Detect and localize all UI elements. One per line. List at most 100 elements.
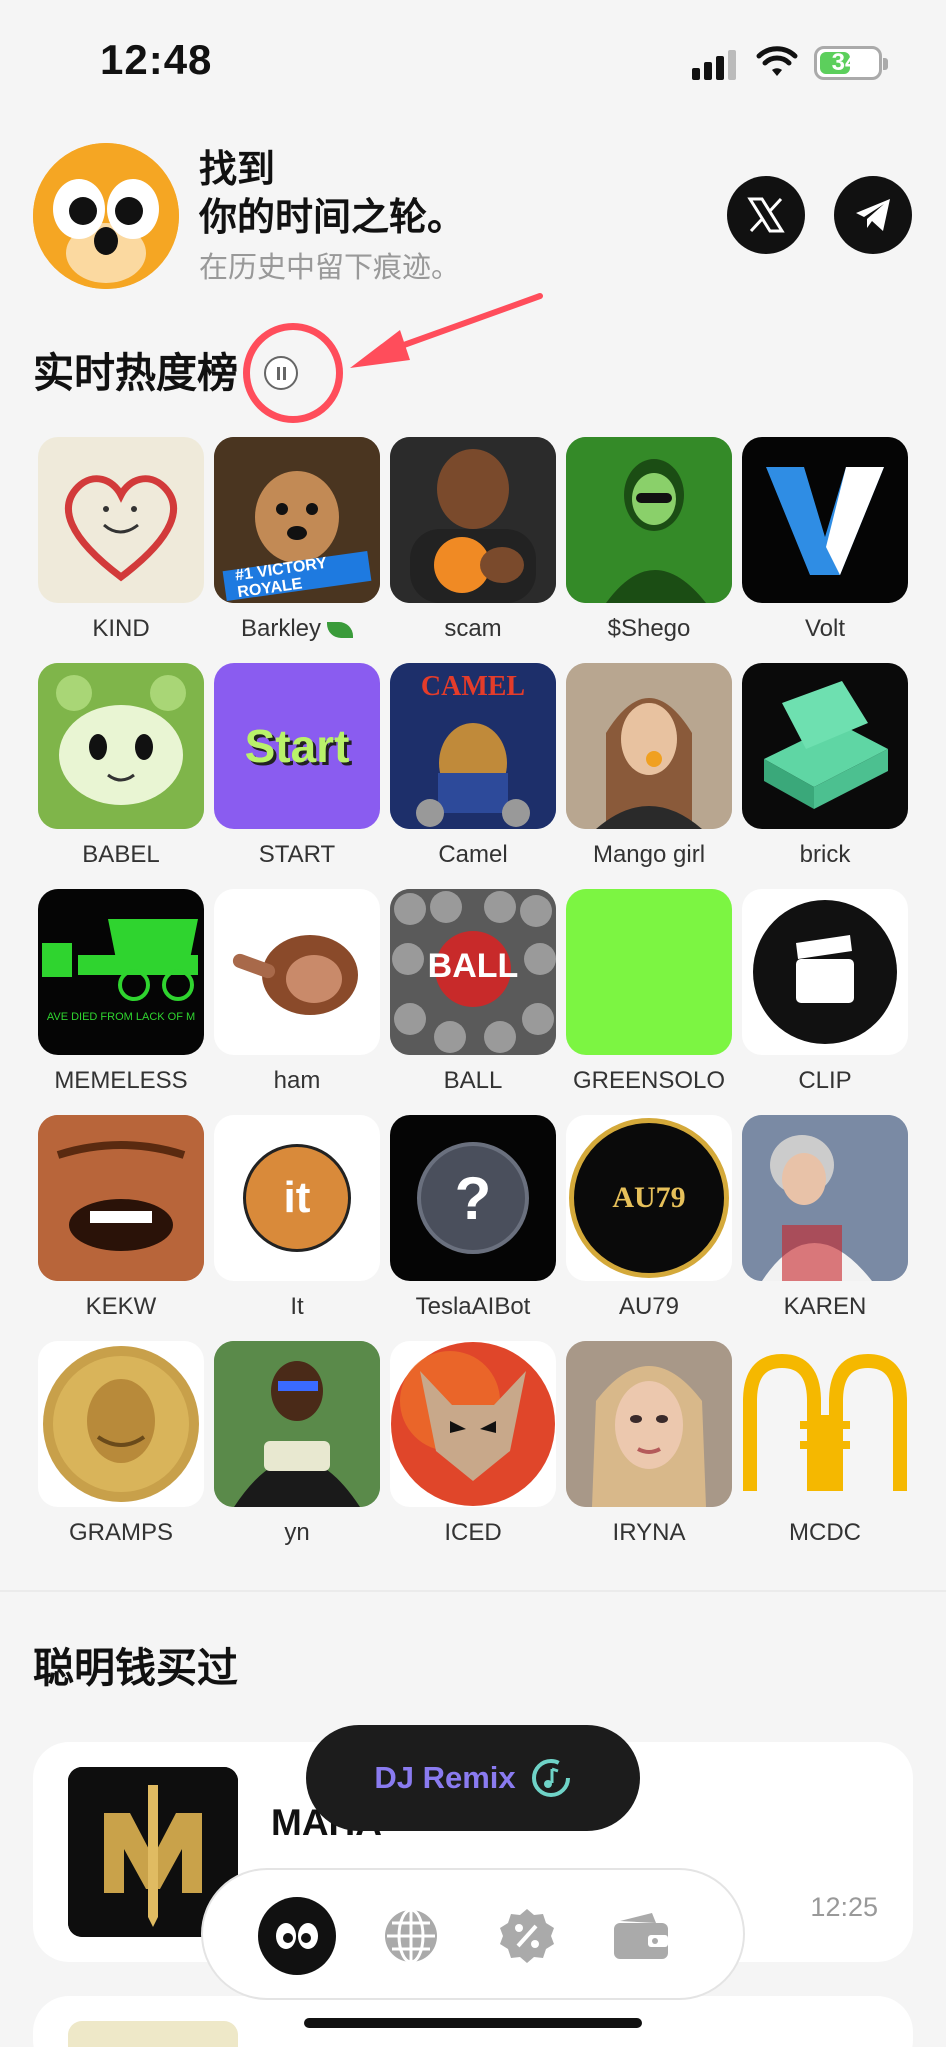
home-indicator[interactable] — [304, 2018, 642, 2028]
x-logo-icon — [747, 197, 785, 233]
token-it[interactable]: it It — [214, 1115, 380, 1321]
token-label: KIND — [92, 615, 150, 642]
start-logo-text: Start — [244, 720, 350, 772]
status-bar: 12:48 34 — [0, 0, 946, 120]
x-twitter-button[interactable] — [727, 176, 805, 254]
token-iced[interactable]: ICED — [390, 1341, 556, 1547]
token-image: #1 VICTORY ROYALE — [214, 437, 380, 603]
token-label: brick — [799, 841, 851, 868]
section-divider — [0, 1590, 946, 1592]
header-title-line2: 你的时间之轮。 — [199, 197, 466, 239]
token-label: yn — [284, 1519, 310, 1546]
battery-level: 34 — [831, 49, 859, 76]
mascot-avatar — [33, 143, 179, 289]
token-label: scam — [444, 615, 502, 642]
header-title: 找到 — [199, 149, 276, 191]
token-iryna[interactable]: IRYNA — [566, 1341, 732, 1547]
mascot-eyes-icon — [258, 1897, 336, 1975]
token-logo — [68, 2021, 238, 2047]
token-image: AU79 — [566, 1115, 732, 1281]
token-label: START — [258, 841, 336, 868]
token-yn[interactable]: yn — [214, 1341, 380, 1547]
token-label: AU79 — [618, 1293, 680, 1320]
status-time: 12:48 — [100, 36, 213, 83]
token-label: ham — [273, 1067, 321, 1094]
token-label: CLIP — [798, 1067, 852, 1094]
token-kekw[interactable]: KEKW — [38, 1115, 204, 1321]
token-image — [38, 1115, 204, 1281]
token-label: KAREN — [783, 1293, 867, 1320]
annotation-circle — [243, 323, 343, 423]
camel-logo-text: CAMEL — [420, 671, 526, 702]
token-image — [742, 889, 908, 1055]
token-teslaaibot[interactable]: ? TeslaAIBot — [390, 1115, 556, 1321]
token-image: BALL — [390, 889, 556, 1055]
bottom-tab-bar — [201, 1868, 745, 2000]
token-label: BALL — [443, 1067, 503, 1094]
token-camel[interactable]: CAMEL Camel — [390, 663, 556, 869]
token-image — [214, 1341, 380, 1507]
token-image — [566, 889, 732, 1055]
token-label: Barkley — [240, 615, 322, 642]
wallet-icon — [614, 1913, 668, 1959]
token-shego[interactable]: $Shego — [566, 437, 732, 643]
smart-money-title: 聪明钱买过 — [33, 1645, 238, 1691]
token-kind[interactable]: KIND — [38, 437, 204, 643]
token-barkley[interactable]: #1 VICTORY ROYALE Barkley — [214, 437, 380, 643]
token-image — [566, 663, 732, 829]
token-mango-girl[interactable]: Mango girl — [566, 663, 732, 869]
token-ball[interactable]: BALL BALL — [390, 889, 556, 1095]
token-start[interactable]: Start START — [214, 663, 380, 869]
token-image — [742, 437, 908, 603]
token-image — [390, 437, 556, 603]
ball-logo-text: BALL — [427, 947, 519, 985]
token-image: Start — [214, 663, 380, 829]
token-label: GREENSOLO — [572, 1067, 726, 1094]
token-label: Mango girl — [592, 841, 706, 868]
token-label: It — [290, 1293, 304, 1320]
globe-icon — [385, 1908, 437, 1964]
token-label: BABEL — [82, 841, 160, 868]
it-logo-text: it — [283, 1173, 311, 1222]
token-scam[interactable]: scam — [390, 437, 556, 643]
dj-remix-button[interactable]: DJ Remix — [306, 1725, 640, 1831]
token-image — [38, 437, 204, 603]
token-babel[interactable]: BABEL — [38, 663, 204, 869]
token-image: ? — [390, 1115, 556, 1281]
token-ham[interactable]: ham — [214, 889, 380, 1095]
token-memeless[interactable]: AVE DIED FROM LACK OF M MEMELESS — [38, 889, 204, 1095]
token-label: IRYNA — [612, 1519, 686, 1546]
card-time: 12:25 — [810, 1892, 878, 1922]
token-brick[interactable]: brick — [742, 663, 908, 869]
token-image — [742, 663, 908, 829]
tab-discount[interactable] — [487, 1896, 567, 1976]
token-label: Camel — [438, 841, 508, 868]
token-image — [214, 889, 380, 1055]
token-image — [38, 1341, 204, 1507]
header-subtitle: 在历史中留下痕迹。 — [199, 252, 461, 284]
token-label: $Shego — [607, 615, 691, 642]
token-gramps[interactable]: GRAMPS — [38, 1341, 204, 1547]
telegram-button[interactable] — [834, 176, 912, 254]
token-mcdc[interactable]: MCDC — [742, 1341, 908, 1547]
token-image — [566, 437, 732, 603]
wifi-icon — [756, 46, 798, 76]
au79-logo-text: AU79 — [612, 1181, 686, 1214]
tab-wallet[interactable] — [601, 1896, 681, 1976]
token-image: it — [214, 1115, 380, 1281]
token-clip[interactable]: CLIP — [742, 889, 908, 1095]
token-image — [742, 1341, 908, 1507]
token-label: MEMELESS — [54, 1067, 188, 1094]
token-image — [38, 663, 204, 829]
token-karen[interactable]: KAREN — [742, 1115, 908, 1321]
token-image: CAMEL — [390, 663, 556, 829]
tab-home[interactable] — [257, 1896, 337, 1976]
token-volt[interactable]: Volt — [742, 437, 908, 643]
memeless-text: AVE DIED FROM LACK OF M — [46, 1011, 196, 1023]
token-image: AVE DIED FROM LACK OF M — [38, 889, 204, 1055]
token-greensolo[interactable]: GREENSOLO — [566, 889, 732, 1095]
annotation-arrow-icon — [350, 293, 543, 368]
token-au79[interactable]: AU79 AU79 — [566, 1115, 732, 1321]
token-image — [566, 1341, 732, 1507]
tab-explore[interactable] — [371, 1896, 451, 1976]
